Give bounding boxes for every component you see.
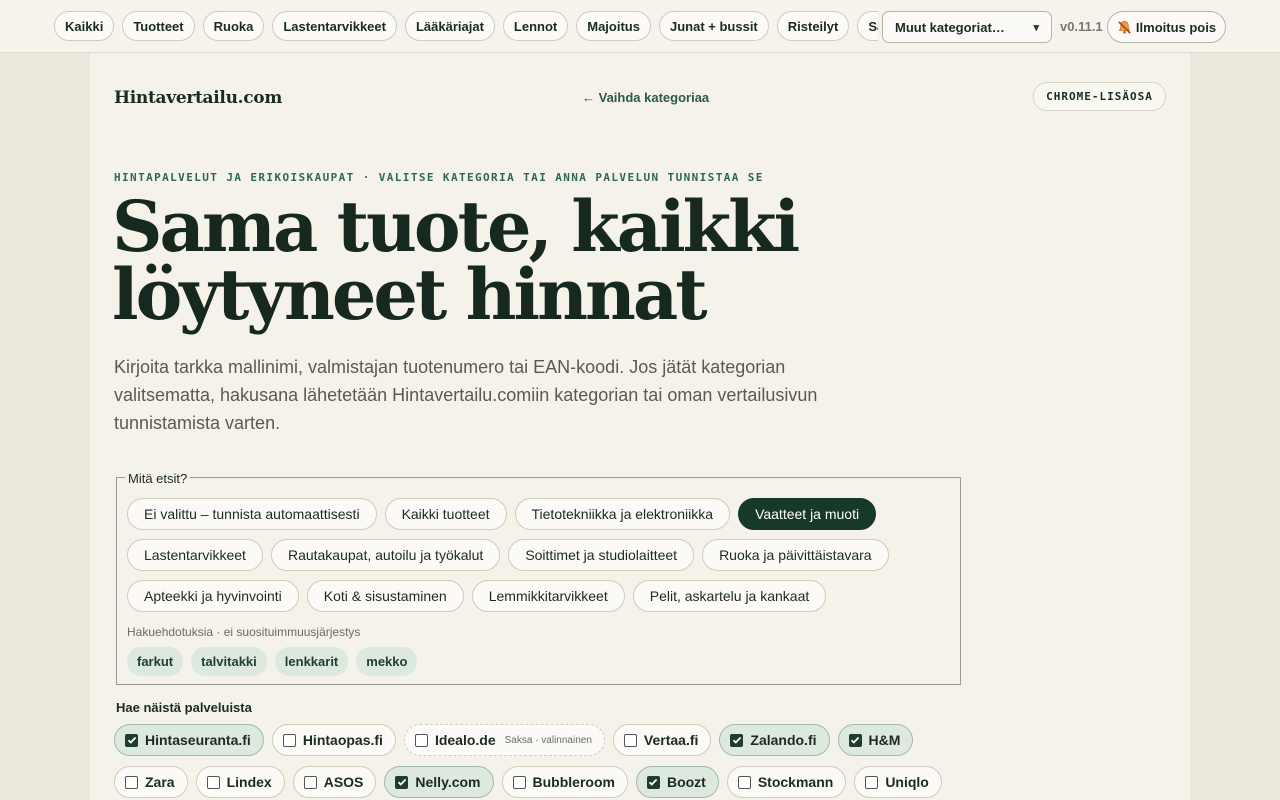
suggestion-chip-talvitakki[interactable]: talvitakki: [191, 647, 267, 676]
category-option-pelit-askartelu-ja-kankaat[interactable]: Pelit, askartelu ja kankaat: [632, 580, 827, 612]
page-title: Sama tuote, kaikki löytyneet hinnat: [112, 192, 872, 330]
checkbox-unchecked-icon[interactable]: [125, 775, 138, 789]
service-toggle-stockmann[interactable]: Stockmann: [726, 766, 847, 798]
service-toggle-zara[interactable]: Zara: [114, 766, 188, 798]
notifications-off-label: Ilmoitus pois: [1135, 19, 1217, 35]
more-categories-select[interactable]: Muut kategoriat… ▾: [882, 11, 1052, 43]
checkbox-unchecked-icon[interactable]: [512, 775, 526, 789]
service-label: Nelly.com: [415, 774, 481, 790]
page-title-line-2: löytyneet hinnat: [112, 253, 708, 336]
search-category-legend: Mitä etsit?: [125, 471, 191, 486]
category-chip-lennot[interactable]: Lennot: [502, 11, 569, 41]
service-label: Lindex: [226, 774, 272, 790]
service-label: H&M: [868, 732, 901, 748]
category-chip-lastentarvikkeet[interactable]: Lastentarvikkeet: [272, 11, 397, 41]
category-option-lastentarvikkeet[interactable]: Lastentarvikkeet: [127, 539, 263, 571]
service-note: Saksa · valinnainen: [504, 734, 592, 746]
category-chip-tuotteet[interactable]: Tuotteet: [122, 11, 195, 41]
brand-logo[interactable]: Hintavertailu.com: [114, 88, 282, 108]
service-label: Stockmann: [757, 774, 834, 790]
service-toggle-idealo-de[interactable]: Idealo.de Saksa · valinnainen: [403, 724, 605, 756]
checkbox-checked-icon[interactable]: [848, 733, 862, 747]
service-toggle-lindex[interactable]: Lindex: [195, 766, 285, 798]
checkbox-unchecked-icon[interactable]: [303, 775, 317, 789]
chrome-extension-badge[interactable]: CHROME-LISÄOSA: [1033, 82, 1166, 111]
service-label: ASOS: [323, 774, 364, 790]
category-chip-risteilyt[interactable]: Risteilyt: [776, 11, 850, 41]
services-title: Hae näistä palveluista: [116, 700, 252, 715]
service-toggle-zalando-fi[interactable]: Zalando.fi: [719, 724, 830, 756]
category-chip-ruoka[interactable]: Ruoka: [202, 11, 265, 41]
category-option-soittimet-ja-studiolaitteet[interactable]: Soittimet ja studiolaitteet: [508, 539, 695, 571]
suggestions-hint: Hakuehdotuksia · ei suosituimmuusjärjest…: [127, 625, 361, 639]
service-toggle-asos[interactable]: ASOS: [292, 766, 377, 798]
switch-category-link[interactable]: ← Vaihda kategoriaa: [582, 90, 709, 105]
category-chip-kaikki[interactable]: Kaikki: [54, 11, 115, 41]
checkbox-unchecked-icon[interactable]: [206, 775, 220, 789]
main-panel: Hintavertailu.com ← Vaihda kategoriaa CH…: [90, 53, 1190, 800]
checkbox-unchecked-icon[interactable]: [623, 733, 637, 747]
category-option-kaikki-tuotteet[interactable]: Kaikki tuotteet: [384, 498, 507, 530]
category-option-rautakaupat-autoilu-ja-työkalut[interactable]: Rautakaupat, autoilu ja työkalut: [270, 539, 501, 571]
service-label: Zalando.fi: [750, 732, 817, 748]
checkbox-checked-icon[interactable]: [395, 775, 409, 789]
checkbox-checked-icon[interactable]: [730, 733, 744, 747]
more-categories-label: Muut kategoriat…: [895, 19, 1005, 35]
hero-description: Kirjoita tarkka mallinimi, valmistajan t…: [114, 357, 818, 433]
hero-eyebrow: HINTAPALVELUT JA ERIKOISKAUPAT · VALITSE…: [114, 171, 764, 184]
checkbox-unchecked-icon[interactable]: [865, 775, 879, 789]
chevron-down-icon: ▾: [1033, 21, 1039, 34]
service-label: Uniqlo: [885, 774, 929, 790]
bell-off-icon: [1118, 20, 1131, 34]
service-label: Vertaa.fi: [643, 732, 699, 748]
service-toggle-hintaopas-fi[interactable]: Hintaopas.fi: [271, 724, 396, 756]
search-category-options: Ei valittu – tunnista automaattisesti Kai…: [127, 498, 947, 612]
service-label: Boozt: [666, 774, 706, 790]
category-chip-lääkäriajat[interactable]: Lääkäriajat: [404, 11, 495, 41]
service-toggle-uniqlo[interactable]: Uniqlo: [854, 766, 942, 798]
category-chip-majoitus[interactable]: Majoitus: [576, 11, 651, 41]
category-option-tietotekniikka-ja-elektroniikka[interactable]: Tietotekniikka ja elektroniikka: [514, 498, 731, 530]
category-chip-junat-bussit[interactable]: Junat + bussit: [658, 11, 769, 41]
service-label: Idealo.de: [434, 732, 496, 748]
service-label: Zara: [145, 774, 175, 790]
suggestion-chip-farkut[interactable]: farkut: [127, 647, 184, 676]
category-option-koti-sisustaminen[interactable]: Koti & sisustaminen: [306, 580, 464, 612]
service-label: Hintaopas.fi: [302, 732, 383, 748]
notifications-off-button[interactable]: Ilmoitus pois: [1107, 11, 1226, 43]
service-label: Bubbleroom: [532, 774, 615, 790]
service-toggle-nelly-com[interactable]: Nelly.com: [384, 766, 494, 798]
version-label: v0.11.1: [1060, 19, 1103, 34]
service-label: Hintaseuranta.fi: [145, 732, 251, 748]
service-toggle-bubbleroom[interactable]: Bubbleroom: [501, 766, 628, 798]
service-toggle-hintaseuranta-fi[interactable]: Hintaseuranta.fi: [114, 724, 264, 756]
service-toggle-boozt[interactable]: Boozt: [635, 766, 719, 798]
category-chip-strip[interactable]: Kaikki Tuotteet Ruoka Lastentarvikkeet Lääkä…: [54, 11, 878, 41]
category-option-ei-valittu-tunnista-automaattisesti[interactable]: Ei valittu – tunnista automaattisesti: [127, 498, 377, 530]
search-suggestions: farkut talvitakki lenkkarit mekko: [127, 647, 418, 676]
service-toggle-vertaa-fi[interactable]: Vertaa.fi: [612, 724, 712, 756]
checkbox-checked-icon[interactable]: [646, 775, 660, 789]
service-toggle-h-m[interactable]: H&M: [837, 724, 914, 756]
services-list: Hintaseuranta.fi Hintaopas.fi Idealo.de Sak…: [114, 724, 974, 798]
category-option-lemmikkitarvikkeet[interactable]: Lemmikkitarvikkeet: [471, 580, 625, 612]
checkbox-unchecked-icon[interactable]: [414, 733, 428, 747]
checkbox-checked-icon[interactable]: [125, 733, 138, 747]
suggestion-chip-lenkkarit[interactable]: lenkkarit: [274, 647, 349, 676]
category-chip-sähkö[interactable]: Sähkö: [857, 11, 878, 41]
category-option-ruoka-ja-päivittäistavara[interactable]: Ruoka ja päivittäistavara: [702, 539, 889, 571]
category-option-apteekki-ja-hyvinvointi[interactable]: Apteekki ja hyvinvointi: [127, 580, 299, 612]
category-option-vaatteet-ja-muoti[interactable]: Vaatteet ja muoti: [738, 498, 877, 530]
suggestion-chip-mekko[interactable]: mekko: [356, 647, 418, 676]
checkbox-unchecked-icon[interactable]: [737, 775, 751, 789]
checkbox-unchecked-icon[interactable]: [282, 733, 296, 747]
